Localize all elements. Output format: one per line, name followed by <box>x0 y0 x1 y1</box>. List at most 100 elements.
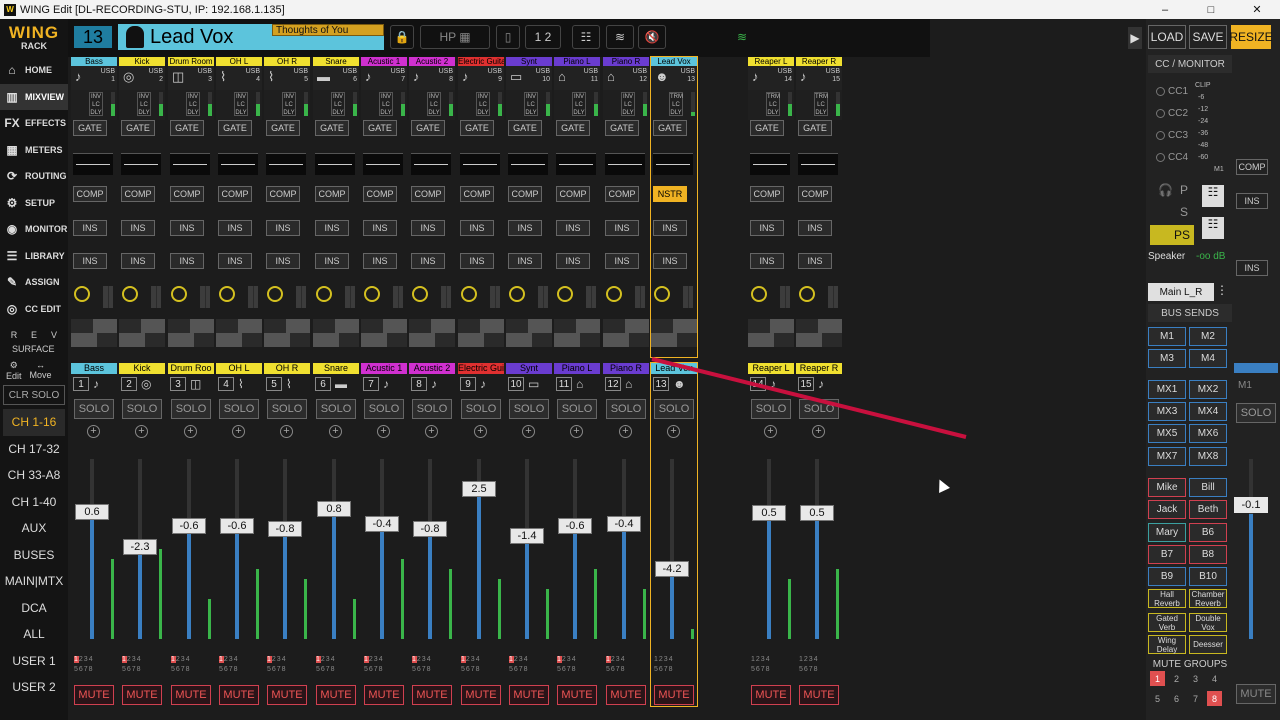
monitor-settings-icon[interactable]: ☷ <box>1202 185 1224 207</box>
gain-knob[interactable] <box>364 286 380 302</box>
bus-send-mx4[interactable]: MX4 <box>1189 402 1227 421</box>
mute-button[interactable]: MUTE <box>364 685 404 705</box>
pan-display[interactable] <box>506 319 552 347</box>
strip-name[interactable]: Reaper R <box>796 57 842 66</box>
gate-button[interactable]: GATE <box>508 120 542 136</box>
fader-strip-name[interactable]: OH R <box>264 363 310 374</box>
bus-send-double-vox[interactable]: Double Vox <box>1189 613 1227 632</box>
bus-send-mx8[interactable]: MX8 <box>1189 447 1227 466</box>
gate-button[interactable]: GATE <box>653 120 687 136</box>
bus-send-mike[interactable]: Mike <box>1148 478 1186 497</box>
surface-v-button[interactable]: V <box>46 328 62 342</box>
fader-value[interactable]: 0.5 <box>800 505 834 521</box>
comp-button[interactable]: COMP <box>605 186 639 202</box>
strip-source[interactable]: ♪ USB 14 <box>748 66 794 90</box>
strip-name[interactable]: Drum Room <box>168 57 214 66</box>
eq-graph[interactable] <box>750 153 790 175</box>
insert-1-button[interactable]: INS <box>170 220 204 236</box>
filter-block[interactable]: INV LC DLY <box>216 90 262 120</box>
pan-display[interactable] <box>603 319 649 347</box>
pan-display[interactable] <box>264 319 310 347</box>
bus-send-m3[interactable]: M3 <box>1148 349 1186 368</box>
solo-button[interactable]: SOLO <box>122 399 162 419</box>
solo-button[interactable]: SOLO <box>219 399 259 419</box>
load-button[interactable]: LOAD <box>1148 25 1186 49</box>
fader-value[interactable]: -0.8 <box>268 521 302 537</box>
insert-1-button[interactable]: INS <box>460 220 494 236</box>
strip-name[interactable]: OH L <box>216 57 262 66</box>
fader-strip-name[interactable]: Electric Gui <box>458 363 504 374</box>
bus-send-mx5[interactable]: MX5 <box>1148 424 1186 443</box>
insert-1-button[interactable]: INS <box>73 220 107 236</box>
fader-strip-name[interactable]: Piano R <box>603 363 649 374</box>
side-ins-2-button[interactable]: INS <box>1236 260 1268 276</box>
ps-button[interactable]: PS <box>1150 225 1194 245</box>
insert-1-button[interactable]: INS <box>315 220 349 236</box>
filter-block[interactable]: INV LC DLY <box>506 90 552 120</box>
strip-name[interactable]: Piano L <box>554 57 600 66</box>
mute-group-5[interactable]: 5 <box>1150 691 1165 706</box>
comp-button[interactable]: COMP <box>73 186 107 202</box>
add-plus-icon[interactable]: + <box>87 425 100 438</box>
eq-graph[interactable] <box>508 153 548 175</box>
nstr-button[interactable]: NSTR <box>653 186 687 202</box>
resize-button[interactable]: RESIZE <box>1229 25 1273 49</box>
layer-ch-33-a8[interactable]: CH 33-A8 <box>3 462 65 489</box>
gate-button[interactable]: GATE <box>73 120 107 136</box>
mute-button[interactable]: MUTE <box>412 685 452 705</box>
gain-knob[interactable] <box>219 286 235 302</box>
dca-indicators[interactable]: 1234 5678 <box>171 655 213 675</box>
stack-icon[interactable]: ≋ <box>606 25 634 49</box>
nav-assign[interactable]: ✎ ASSIGN <box>0 269 68 296</box>
comp-button[interactable]: COMP <box>411 186 445 202</box>
pan-display[interactable] <box>119 319 165 347</box>
bus-send-bill[interactable]: Bill <box>1189 478 1227 497</box>
strip-name[interactable]: Snare <box>313 57 359 66</box>
eq-graph[interactable] <box>121 153 161 175</box>
gain-knob[interactable] <box>316 286 332 302</box>
layer-all[interactable]: ALL <box>3 621 65 648</box>
insert-2-button[interactable]: INS <box>411 253 445 269</box>
mute-group-2[interactable]: 2 <box>1169 671 1184 686</box>
eq-graph[interactable] <box>73 153 113 175</box>
layer-ch-1-16[interactable]: CH 1-16 <box>3 409 65 436</box>
eq-graph[interactable] <box>605 153 645 175</box>
mute-button[interactable]: MUTE <box>557 685 597 705</box>
fader-value[interactable]: -0.4 <box>607 516 641 532</box>
fader-strip-name[interactable]: Kick <box>119 363 165 374</box>
insert-2-button[interactable]: INS <box>556 253 590 269</box>
gain-knob[interactable] <box>74 286 90 302</box>
comp-button[interactable]: COMP <box>218 186 252 202</box>
nav-meters[interactable]: ▦ METERS <box>0 137 68 164</box>
dca-indicators[interactable]: 1234 5678 <box>267 655 309 675</box>
cc1-select[interactable]: CC1 <box>1156 83 1192 100</box>
mute-group-1[interactable]: 1 <box>1150 671 1165 686</box>
song-name[interactable]: Thoughts of You <box>272 24 384 36</box>
strip-source[interactable]: ☻ USB 13 <box>651 66 697 90</box>
comp-button[interactable]: COMP <box>750 186 784 202</box>
fader-strip-name[interactable]: Synt <box>506 363 552 374</box>
headphone-icon[interactable]: 🎧 <box>1158 183 1173 197</box>
insert-2-button[interactable]: INS <box>605 253 639 269</box>
comp-button[interactable]: COMP <box>170 186 204 202</box>
mute-button[interactable]: MUTE <box>799 685 839 705</box>
nav-cc-edit[interactable]: ◎ CC EDIT <box>0 296 68 323</box>
fader-value[interactable]: 0.6 <box>75 504 109 520</box>
lock-icon[interactable]: 🔒 <box>390 25 414 49</box>
add-plus-icon[interactable]: + <box>280 425 293 438</box>
insert-2-button[interactable]: INS <box>363 253 397 269</box>
add-plus-icon[interactable]: + <box>522 425 535 438</box>
filter-block[interactable]: INV LC DLY <box>409 90 455 120</box>
gate-button[interactable]: GATE <box>556 120 590 136</box>
mute-group-6[interactable]: 6 <box>1169 691 1184 706</box>
mute-button[interactable]: MUTE <box>654 685 694 705</box>
save-button[interactable]: SAVE <box>1189 25 1227 49</box>
add-plus-icon[interactable]: + <box>135 425 148 438</box>
bus-send-b7[interactable]: B7 <box>1148 545 1186 564</box>
side-solo-button[interactable]: SOLO <box>1236 403 1276 423</box>
filter-block[interactable]: TRM LC DLY <box>796 90 842 120</box>
insert-2-button[interactable]: INS <box>315 253 349 269</box>
mute-button[interactable]: MUTE <box>751 685 791 705</box>
next-page-arrow[interactable]: ▶ <box>1128 27 1142 49</box>
minimize-button[interactable]: – <box>1142 0 1188 19</box>
